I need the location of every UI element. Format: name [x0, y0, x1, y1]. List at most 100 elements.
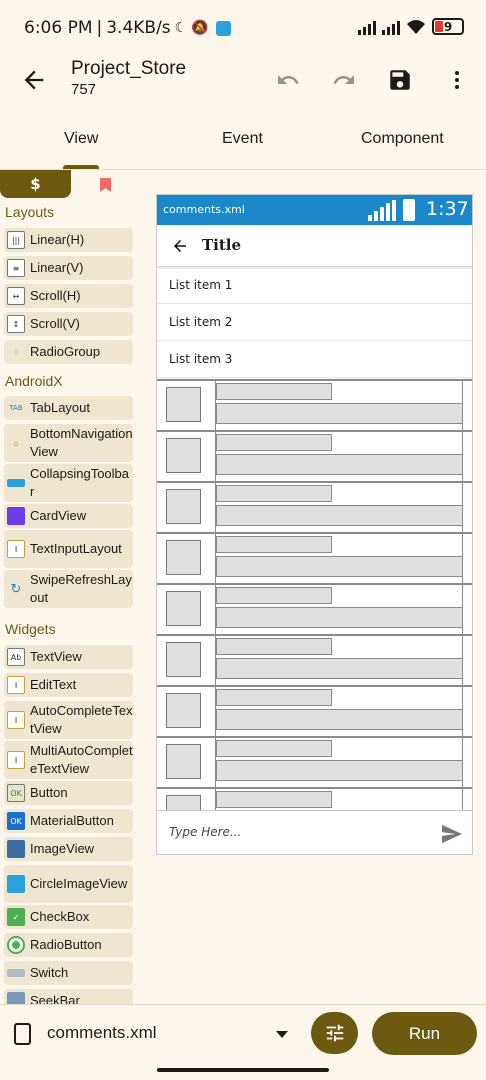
preview-filename: comments.xml — [163, 203, 245, 216]
palette-item-cardview[interactable]: CardView — [4, 504, 133, 528]
palette-item-scroll-h[interactable]: ↔ Scroll(H) — [4, 284, 133, 308]
palette-item-textview[interactable]: Ab TextView — [4, 645, 133, 669]
tab-indicator — [63, 165, 99, 169]
save-icon — [390, 70, 410, 90]
preview-input-placeholder: Type Here... — [169, 825, 242, 839]
palette-item-textinputlayout[interactable]: I TextInputLayout — [4, 530, 133, 568]
preview-placeholder-row[interactable] — [157, 583, 472, 634]
status-time: 6:06 PM — [24, 18, 93, 38]
palette-item-radiogroup[interactable]: ⁝ RadioGroup — [4, 340, 133, 364]
preview-toolbar[interactable]: Title — [157, 225, 472, 267]
button-icon: OK — [7, 784, 25, 802]
palette-item-switch[interactable]: Switch — [4, 961, 133, 985]
palette-item-collapsing-toolbar[interactable]: CollapsingToolbar — [4, 464, 133, 502]
dropdown-arrow-icon[interactable] — [276, 1031, 288, 1038]
autocomplete-icon: I — [7, 711, 25, 729]
project-title: Project_Store — [71, 58, 187, 79]
battery-icon: 9 — [432, 18, 464, 35]
tab-component[interactable]: Component — [361, 130, 444, 148]
palette-item-tablayout[interactable]: TAB TabLayout — [4, 396, 133, 420]
placeholder-line — [216, 658, 463, 679]
palette-tab-widgets[interactable]: $ — [0, 170, 71, 198]
placeholder-line — [216, 587, 332, 604]
preview-signal-icon — [368, 200, 396, 221]
save-button[interactable] — [384, 64, 416, 96]
gesture-bar — [157, 1068, 329, 1072]
preview-list-item[interactable]: List item 3 — [157, 341, 472, 378]
radiobutton-icon — [7, 936, 25, 954]
palette-item-linear-v[interactable]: ≡ Linear(V) — [4, 256, 133, 280]
section-widgets: Widgets — [5, 621, 56, 637]
preview-list-item[interactable]: List item 2 — [157, 304, 472, 341]
tab-event[interactable]: Event — [222, 130, 263, 148]
preview-placeholder-row[interactable] — [157, 685, 472, 736]
palette-item-checkbox[interactable]: ✓ CheckBox — [4, 905, 133, 929]
settings-button[interactable] — [311, 1012, 358, 1054]
preview-placeholder-row[interactable] — [157, 532, 472, 583]
more-options-button[interactable] — [441, 64, 473, 96]
mute-icon: 🔕 — [191, 20, 209, 36]
palette-item-multiautocomplete[interactable]: I MultiAutoCompleteTextView — [4, 741, 133, 779]
linear-h-icon: ||| — [7, 231, 25, 249]
preview-placeholder-row[interactable] — [157, 481, 472, 532]
signal-icon — [358, 19, 376, 35]
circleimage-icon — [7, 875, 25, 893]
status-speed: 3.4KB/s — [106, 18, 171, 38]
textinput-icon: I — [7, 540, 25, 558]
preview-placeholder-row[interactable] — [157, 736, 472, 787]
placeholder-line — [216, 689, 332, 706]
placeholder-line — [216, 740, 332, 757]
send-icon[interactable] — [441, 824, 463, 844]
battery-level: 9 — [443, 19, 453, 34]
undo-icon — [278, 75, 299, 84]
undo-button[interactable] — [272, 64, 304, 96]
placeholder-thumb — [166, 387, 201, 422]
current-file-selector[interactable]: comments.xml — [47, 1023, 157, 1043]
bottomnav-icon: ⌂ — [13, 438, 19, 448]
palette-item-bottomnav[interactable]: ⌂ BottomNavigationView — [4, 424, 133, 462]
signal-icon — [382, 19, 400, 35]
palette-item-imageview[interactable]: ImageView — [4, 837, 133, 861]
preview-placeholder-row[interactable] — [157, 634, 472, 685]
placeholder-line — [216, 791, 332, 808]
preview-back-icon[interactable] — [171, 237, 189, 255]
tablayout-icon: TAB — [9, 404, 23, 412]
section-androidx: AndroidX — [5, 373, 63, 389]
preview-list-item[interactable]: List item 1 — [157, 267, 472, 304]
palette-item-edittext[interactable]: I EditText — [4, 673, 133, 697]
tab-view[interactable]: View — [64, 130, 98, 148]
cardview-icon — [7, 507, 25, 525]
back-arrow-icon[interactable] — [20, 66, 48, 94]
placeholder-thumb — [166, 540, 201, 575]
palette-item-button[interactable]: OK Button — [4, 781, 133, 805]
palette-item-swiperefresh[interactable]: ↻ SwipeRefreshLayout — [4, 570, 133, 608]
preview-placeholder-row[interactable] — [157, 430, 472, 481]
preview-time: 1:37 — [426, 198, 469, 220]
preview-placeholder-row[interactable] — [157, 379, 472, 430]
palette-item-radiobutton[interactable]: RadioButton — [4, 933, 133, 957]
redo-button[interactable] — [328, 64, 360, 96]
bookmark-icon[interactable] — [100, 178, 111, 192]
checkbox-icon: ✓ — [7, 908, 25, 926]
preview-message-input[interactable]: Type Here... — [157, 810, 472, 854]
edittext-icon: I — [7, 676, 25, 694]
palette-item-scroll-v[interactable]: ↕ Scroll(V) — [4, 312, 133, 336]
placeholder-thumb — [166, 642, 201, 677]
placeholder-line — [216, 536, 332, 553]
widget-palette: $ Layouts ||| Linear(H) ≡ Linear(V) ↔ Scrol… — [0, 170, 140, 1004]
palette-item-materialbutton[interactable]: OK MaterialButton — [4, 809, 133, 833]
seekbar-icon — [7, 992, 25, 1004]
layout-preview[interactable]: comments.xml 1:37 Title List item 1 List… — [156, 194, 473, 855]
run-button[interactable]: Run — [372, 1012, 477, 1055]
palette-item-linear-h[interactable]: ||| Linear(H) — [4, 228, 133, 252]
placeholder-line — [216, 638, 332, 655]
multiautocomplete-icon: I — [7, 751, 25, 769]
tune-icon — [326, 1024, 343, 1042]
switch-icon — [7, 969, 25, 977]
palette-item-autocomplete[interactable]: I AutoCompleteTextView — [4, 701, 133, 739]
preview-title: Title — [202, 236, 242, 254]
palette-item-circleimageview[interactable]: CircleImageView — [4, 865, 133, 903]
placeholder-line — [216, 505, 463, 526]
placeholder-line — [216, 556, 463, 577]
palette-item-seekbar[interactable]: SeekBar — [4, 989, 133, 1004]
